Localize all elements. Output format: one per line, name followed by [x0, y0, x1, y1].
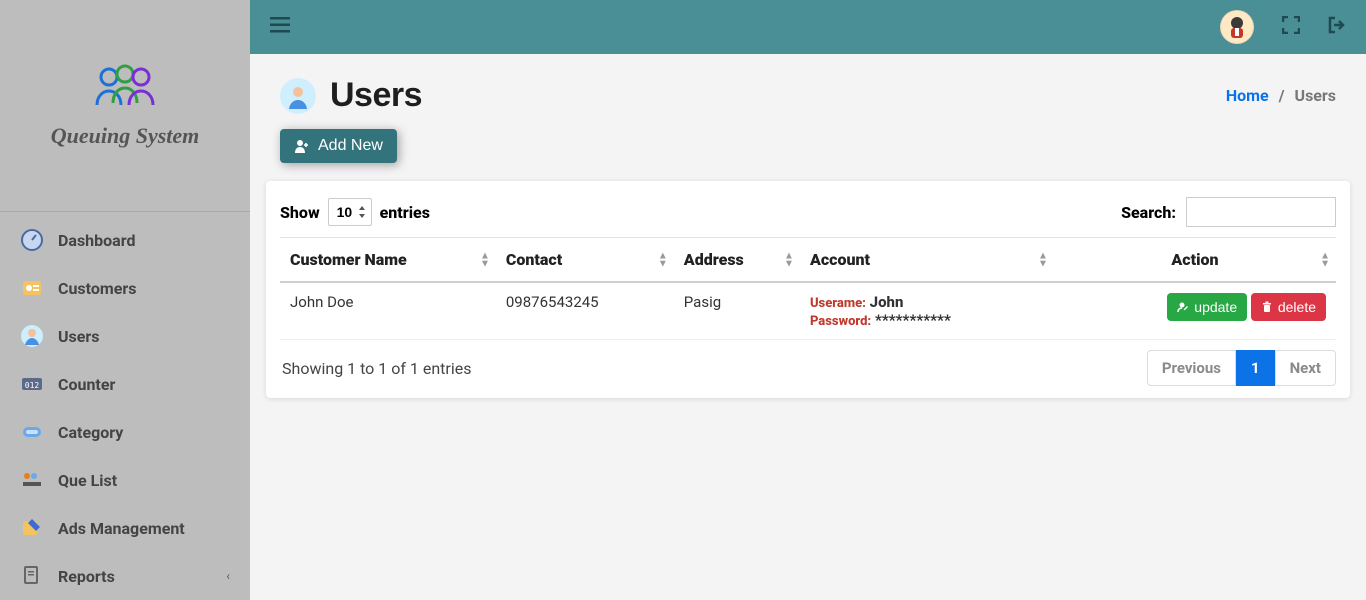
- user-edit-icon: [1177, 301, 1189, 313]
- search-label: Search:: [1121, 203, 1176, 222]
- sort-icon: ▲▼: [480, 252, 490, 267]
- svg-text:012: 012: [25, 381, 40, 390]
- sidebar-item-label: Customers: [58, 279, 136, 298]
- breadcrumb-current: Users: [1295, 86, 1336, 105]
- col-address[interactable]: Address▲▼: [674, 238, 800, 283]
- topbar: [250, 0, 1366, 54]
- ads-icon: [20, 516, 44, 540]
- trash-icon: [1261, 301, 1273, 313]
- col-contact[interactable]: Contact▲▼: [496, 238, 674, 283]
- sort-icon: ▲▼: [784, 252, 794, 267]
- breadcrumb: Home / Users: [1226, 86, 1336, 105]
- breadcrumb-home[interactable]: Home: [1226, 86, 1269, 105]
- logo-area: Queuing System: [0, 0, 250, 211]
- sidebar-item-users[interactable]: Users: [0, 312, 250, 360]
- sort-icon: ▲▼: [1038, 252, 1048, 267]
- table-row: John Doe 09876543245 Pasig Userame: John…: [280, 282, 1336, 340]
- show-label: Show: [280, 203, 320, 222]
- length-control: Show 10 entries: [280, 198, 430, 226]
- sidebar-item-category[interactable]: Category: [0, 408, 250, 456]
- username-label: Userame:: [810, 296, 866, 311]
- password-label: Password:: [810, 314, 871, 329]
- sidebar-item-reports[interactable]: Reports ‹: [0, 552, 250, 600]
- sidebar-item-label: Ads Management: [58, 519, 185, 538]
- cell-contact: 09876543245: [496, 282, 674, 340]
- page-previous[interactable]: Previous: [1147, 350, 1236, 386]
- header-row: Users Home / Users: [250, 54, 1366, 125]
- menu-toggle-icon[interactable]: [270, 17, 290, 37]
- user-avatar[interactable]: [1220, 10, 1254, 44]
- sidebar: Queuing System Dashboard Customers Users…: [0, 0, 250, 600]
- logo-people-icon: [93, 63, 157, 115]
- cell-name: John Doe: [280, 282, 496, 340]
- col-account[interactable]: Account▲▼: [800, 238, 1054, 283]
- table-footer: Showing 1 to 1 of 1 entries Previous 1 N…: [280, 340, 1336, 388]
- delete-button[interactable]: delete: [1251, 293, 1326, 321]
- users-table: Customer Name▲▼ Contact▲▼ Address▲▼ Acco…: [280, 237, 1336, 340]
- cell-account: Userame: John Password: ***********: [800, 282, 1054, 340]
- logout-icon[interactable]: [1328, 16, 1346, 38]
- users-icon: [20, 324, 44, 348]
- sidebar-item-dashboard[interactable]: Dashboard: [0, 216, 250, 264]
- update-button[interactable]: update: [1167, 293, 1247, 321]
- sidebar-item-label: Users: [58, 327, 99, 346]
- sidebar-item-label: Reports: [58, 567, 115, 586]
- app-name: Queuing System: [51, 123, 200, 149]
- add-new-label: Add New: [318, 137, 383, 155]
- page-number[interactable]: 1: [1236, 350, 1275, 386]
- reports-icon: [20, 564, 44, 588]
- cell-action: update delete: [1054, 282, 1336, 340]
- dashboard-icon: [20, 228, 44, 252]
- user-plus-icon: [294, 138, 310, 154]
- pagination: Previous 1 Next: [1147, 350, 1336, 386]
- main: Users Home / Users Add New Show 10 entri…: [250, 0, 1366, 600]
- search-input[interactable]: [1186, 197, 1336, 227]
- users-card: Show 10 entries Search: Customer Name▲▼ …: [266, 181, 1350, 398]
- length-select[interactable]: 10: [328, 198, 372, 226]
- entries-label: entries: [380, 203, 430, 222]
- sidebar-item-counter[interactable]: 012 Counter: [0, 360, 250, 408]
- username-value: John: [870, 293, 904, 311]
- col-action[interactable]: Action▲▼: [1054, 238, 1336, 283]
- add-new-button[interactable]: Add New: [280, 129, 397, 163]
- sidebar-item-ads[interactable]: Ads Management: [0, 504, 250, 552]
- sort-icon: ▲▼: [658, 252, 668, 267]
- cell-address: Pasig: [674, 282, 800, 340]
- page-next[interactable]: Next: [1275, 350, 1336, 386]
- sidebar-item-label: Que List: [58, 471, 117, 490]
- sidebar-item-que-list[interactable]: Que List: [0, 456, 250, 504]
- sort-icon: ▲▼: [1320, 252, 1330, 267]
- title-avatar-icon: [280, 78, 316, 114]
- table-info: Showing 1 to 1 of 1 entries: [282, 359, 471, 378]
- sidebar-item-customers[interactable]: Customers: [0, 264, 250, 312]
- chevron-left-icon: ‹: [226, 569, 230, 583]
- search-control: Search:: [1121, 197, 1336, 227]
- que-list-icon: [20, 468, 44, 492]
- counter-icon: 012: [20, 372, 44, 396]
- sidebar-item-label: Category: [58, 423, 123, 442]
- breadcrumb-sep: /: [1279, 86, 1285, 105]
- sidebar-nav: Dashboard Customers Users 012 Counter Ca…: [0, 211, 250, 600]
- sidebar-item-label: Counter: [58, 375, 115, 394]
- fullscreen-icon[interactable]: [1282, 16, 1300, 38]
- col-customer-name[interactable]: Customer Name▲▼: [280, 238, 496, 283]
- page-title: Users: [330, 76, 422, 115]
- category-icon: [20, 420, 44, 444]
- customers-icon: [20, 276, 44, 300]
- sidebar-item-label: Dashboard: [58, 231, 135, 250]
- password-value: ***********: [875, 311, 951, 329]
